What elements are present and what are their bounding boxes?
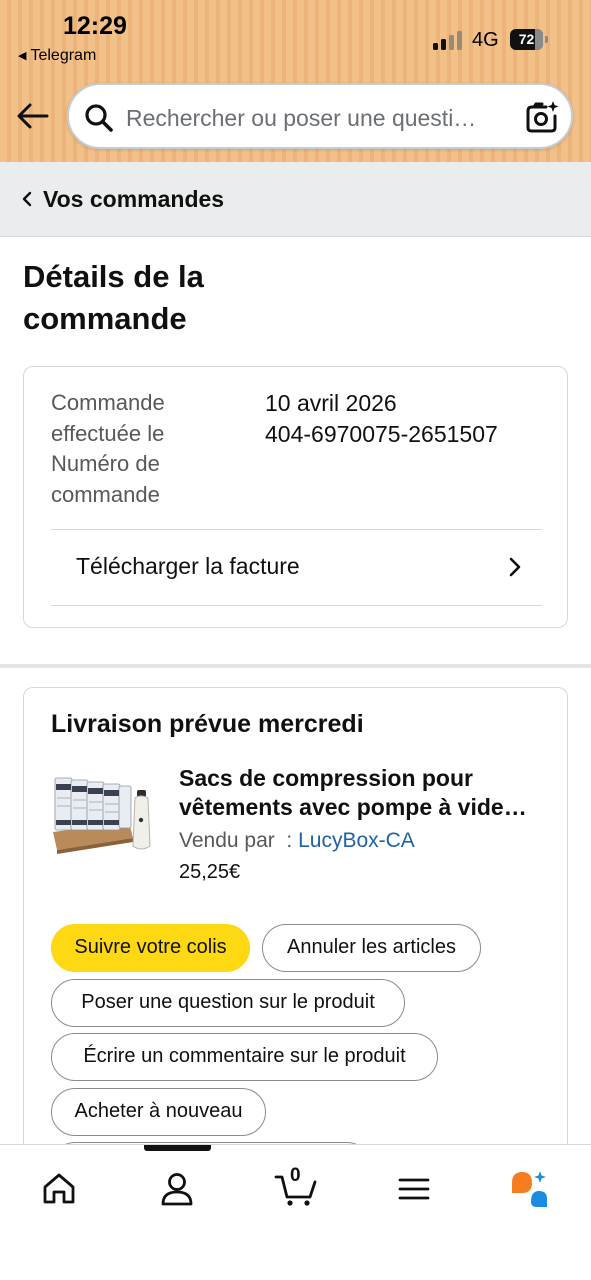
camera-search-icon[interactable] <box>524 99 560 135</box>
order-number-label-1: Numéro de <box>51 451 160 476</box>
order-number-value: 404-6970075-2651507 <box>265 420 498 447</box>
bottom-navigation: 0 <box>0 1144 591 1280</box>
signal-icon <box>433 30 463 50</box>
account-icon[interactable] <box>157 1169 197 1209</box>
section-divider <box>0 664 591 668</box>
order-number-label-2: commande <box>51 481 160 507</box>
status-time: 12:29 <box>63 12 127 40</box>
order-info-card: Commande effectuée le Numéro de commande… <box>23 366 568 628</box>
seller-prefix: Vendu par : <box>179 829 299 852</box>
search-icon <box>85 104 113 132</box>
ask-question-button[interactable]: Poser une question sur le produit <box>51 979 405 1027</box>
order-info-values: 10 avril 2026 404-6970075-2651507 <box>265 388 498 449</box>
product-price: 25,25€ <box>179 861 241 883</box>
order-date-value: 10 avril 2026 <box>265 390 397 416</box>
cancel-items-button[interactable]: Annuler les articles <box>262 924 481 972</box>
product-name-line1[interactable]: Sacs de compression pour <box>179 765 473 791</box>
back-to-app-link[interactable]: ◀ Telegram <box>18 47 96 65</box>
active-tab-indicator <box>144 1145 211 1151</box>
breadcrumb[interactable]: Vos commandes <box>0 162 591 237</box>
battery-icon: 72 <box>510 29 543 50</box>
seller-info: Vendu par : LucyBox-CA <box>179 829 415 853</box>
battery-cap <box>545 36 548 43</box>
page-title-line2: commande <box>23 301 187 336</box>
breadcrumb-label[interactable]: Vos commandes <box>43 186 224 213</box>
battery-level: 72 <box>518 31 535 47</box>
product-name[interactable]: Sacs de compression pour vêtements avec … <box>179 764 551 822</box>
network-type: 4G <box>472 29 499 51</box>
home-icon[interactable] <box>39 1169 79 1209</box>
chevron-right-icon <box>509 557 521 577</box>
search-bar[interactable]: Rechercher ou poser une questi… <box>67 83 573 149</box>
product-name-line2[interactable]: vêtements avec pompe à vide… <box>179 793 551 822</box>
seller-link[interactable]: LucyBox-CA <box>298 829 415 852</box>
back-arrow-icon[interactable] <box>16 99 50 133</box>
order-date-label-1: Commande <box>51 390 165 415</box>
download-invoice-label[interactable]: Télécharger la facture <box>76 553 300 580</box>
delivery-title: Livraison prévue mercredi <box>51 710 364 738</box>
divider <box>51 605 542 606</box>
delivery-card: Livraison prévue mercredi Sacs de compre… <box>23 687 568 1207</box>
buy-again-button[interactable]: Acheter à nouveau <box>51 1088 266 1136</box>
menu-icon[interactable] <box>394 1169 434 1209</box>
search-input[interactable]: Rechercher ou poser une questi… <box>126 105 506 132</box>
cart-count: 0 <box>290 1165 301 1186</box>
rufus-ai-icon[interactable] <box>509 1169 549 1209</box>
back-app-label: Telegram <box>30 47 97 64</box>
page-title: Détails de la commande <box>23 256 323 340</box>
order-details-page: 12:29 ◀ Telegram 4G 72 Rechercher ou pose… <box>0 0 591 1280</box>
download-invoice-row[interactable]: Télécharger la facture <box>51 529 542 607</box>
order-date-label-2: effectuée le <box>51 420 165 446</box>
track-package-button[interactable]: Suivre votre colis <box>51 924 250 972</box>
back-triangle-icon: ◀ <box>18 50 27 62</box>
header: 12:29 ◀ Telegram 4G 72 Rechercher ou pose… <box>0 0 591 162</box>
chevron-left-icon <box>22 191 32 207</box>
product-image[interactable] <box>51 768 155 864</box>
page-title-line1: Détails de la <box>23 259 204 294</box>
order-info-labels: Commande effectuée le Numéro de commande <box>51 388 241 510</box>
write-review-button[interactable]: Écrire un commentaire sur le produit <box>51 1033 438 1081</box>
